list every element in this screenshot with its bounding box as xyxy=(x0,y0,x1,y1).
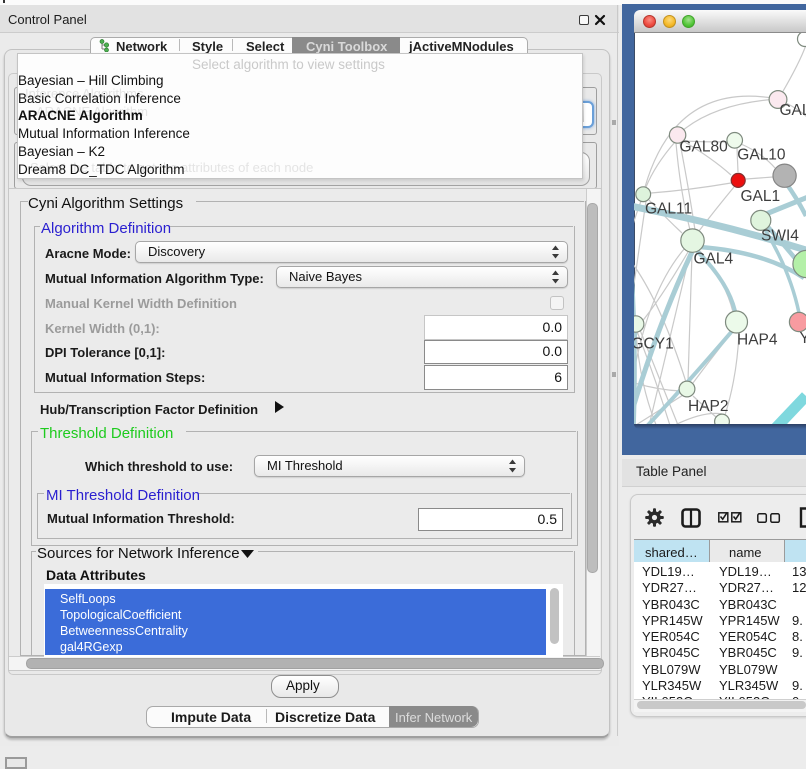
svg-text:GAL80: GAL80 xyxy=(680,139,729,156)
svg-text:GCY1: GCY1 xyxy=(634,336,674,353)
svg-text:HAP4: HAP4 xyxy=(737,332,778,349)
svg-text:GAL7: GAL7 xyxy=(780,102,806,119)
svg-text:Y: Y xyxy=(800,330,806,347)
svg-text:HAP2: HAP2 xyxy=(688,398,729,415)
svg-text:GAL10: GAL10 xyxy=(737,147,786,164)
svg-text:GAL11: GAL11 xyxy=(645,200,692,217)
svg-text:SWI4: SWI4 xyxy=(761,228,799,245)
svg-text:GAL4: GAL4 xyxy=(694,251,734,268)
svg-text:GAL1: GAL1 xyxy=(741,188,781,205)
